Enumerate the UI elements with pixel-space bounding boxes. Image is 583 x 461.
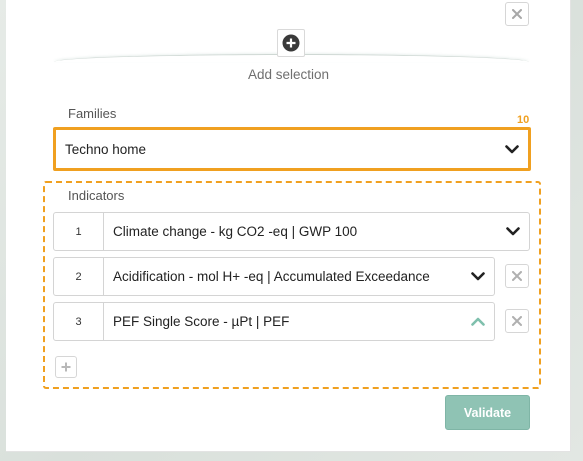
add-selection-label: Add selection <box>247 67 330 82</box>
families-selected-value: Techno home <box>65 141 147 157</box>
remove-indicator-button[interactable] <box>505 309 529 333</box>
indicator-select[interactable]: Acidification - mol H+ -eq | Accumulated… <box>104 258 494 295</box>
families-count-badge: 10 <box>517 114 530 126</box>
plus-circle-icon <box>282 34 300 52</box>
indicator-selected-value: Acidification - mol H+ -eq | Accumulated… <box>113 269 430 284</box>
chevron-down-icon <box>505 226 521 238</box>
add-indicator-button[interactable] <box>55 356 77 378</box>
indicator-index: 1 <box>54 213 104 250</box>
indicator-row: 2 Acidification - mol H+ -eq | Accumulat… <box>53 257 495 296</box>
chevron-down-icon <box>504 143 520 155</box>
plus-icon <box>61 362 71 372</box>
indicator-index: 2 <box>54 258 104 295</box>
indicator-selected-value: PEF Single Score - µPt | PEF <box>113 314 290 329</box>
validate-button[interactable]: Validate <box>445 395 530 430</box>
close-icon <box>512 9 522 19</box>
add-selection-dialog: Add selection Families 10 Techno home In… <box>6 0 571 452</box>
indicator-select[interactable]: PEF Single Score - µPt | PEF <box>104 303 494 340</box>
chevron-up-icon <box>470 316 486 328</box>
close-icon <box>512 316 522 326</box>
indicator-select[interactable]: Climate change - kg CO2 -eq | GWP 100 <box>104 213 529 250</box>
chevron-down-icon <box>470 271 486 283</box>
indicator-index: 3 <box>54 303 104 340</box>
add-selection-button[interactable] <box>277 29 305 57</box>
indicators-label: Indicators <box>68 188 125 203</box>
families-label: Families <box>68 106 117 121</box>
close-icon <box>512 271 522 281</box>
close-dialog-button[interactable] <box>505 2 529 26</box>
indicator-row: 3 PEF Single Score - µPt | PEF <box>53 302 495 341</box>
remove-indicator-button[interactable] <box>505 264 529 288</box>
families-select[interactable]: Techno home <box>53 127 531 171</box>
indicator-selected-value: Climate change - kg CO2 -eq | GWP 100 <box>113 224 358 239</box>
indicator-row: 1 Climate change - kg CO2 -eq | GWP 100 <box>53 212 530 251</box>
